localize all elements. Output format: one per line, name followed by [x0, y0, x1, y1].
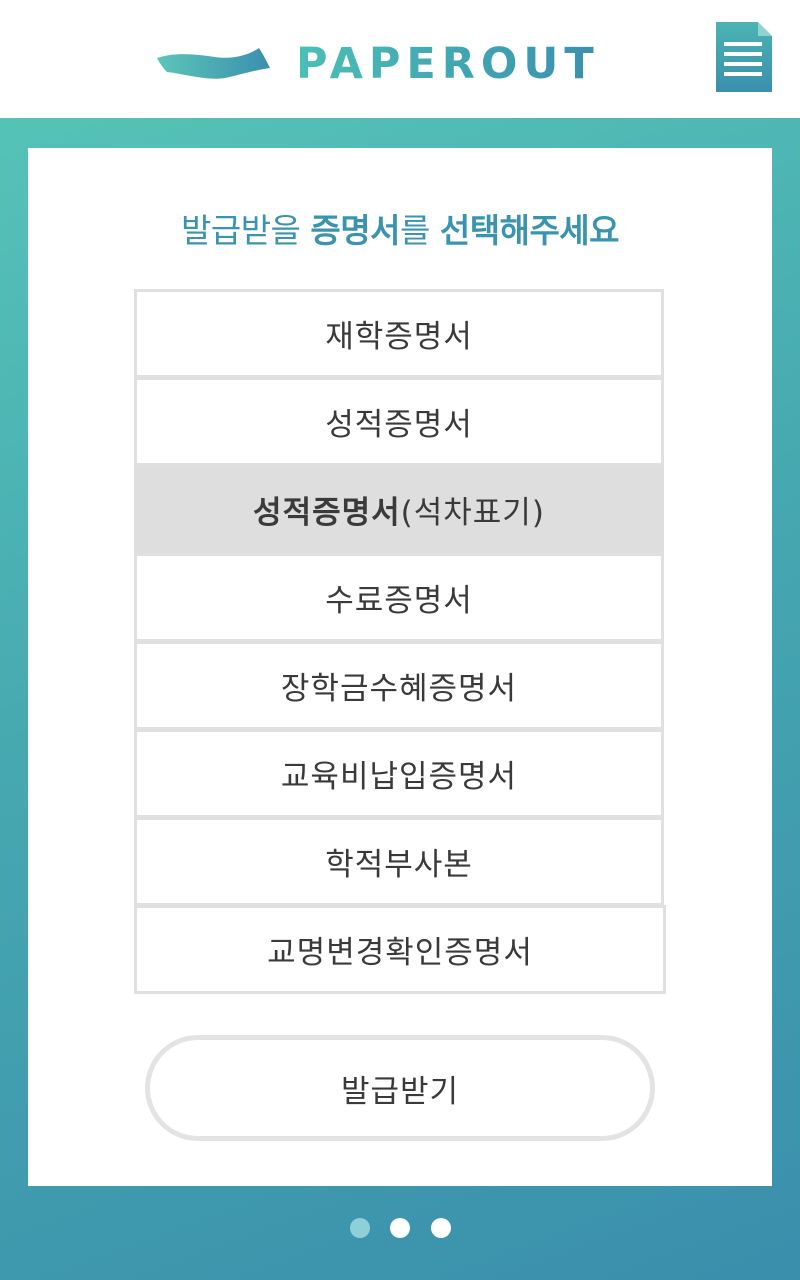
- option-label: 재학증명서: [325, 319, 473, 355]
- issue-button[interactable]: 발급받기: [145, 1035, 655, 1141]
- option-completion-certificate[interactable]: 수료증명서: [134, 553, 664, 642]
- option-label: 장학금수혜증명서: [280, 671, 518, 707]
- document-menu-icon[interactable]: [716, 22, 772, 92]
- option-label: 교육비납입증명서: [280, 759, 518, 795]
- wave-icon: [157, 48, 270, 79]
- option-transcript-with-rank[interactable]: 성적증명서 (석차표기): [134, 465, 664, 554]
- option-label-rest: (석차표기): [400, 495, 545, 531]
- option-academic-record-copy[interactable]: 학적부사본: [134, 817, 664, 906]
- page-dot-2[interactable]: [390, 1218, 410, 1238]
- prompt-part-3: 를: [400, 211, 440, 250]
- brand-logo-text: PAPEROUT: [296, 36, 600, 92]
- option-label: 성적증명서: [325, 407, 473, 443]
- page-title: 발급받을 증명서를 선택해주세요: [28, 206, 772, 256]
- certificate-list: 재학증명서 성적증명서 성적증명서 (석차표기) 수료증명서 장학금수혜증명서 교…: [134, 289, 666, 994]
- page-indicator: [0, 1218, 800, 1240]
- prompt-part-4: 선택해주세요: [439, 211, 620, 250]
- page-dot-1[interactable]: [350, 1218, 370, 1238]
- option-label: 학적부사본: [325, 847, 473, 883]
- option-label: 수료증명서: [325, 583, 473, 619]
- app-header: PAPEROUT: [0, 0, 800, 118]
- option-enrollment-certificate[interactable]: 재학증명서: [134, 289, 664, 378]
- option-label: 교명변경확인증명서: [267, 935, 533, 971]
- issue-button-label: 발급받기: [340, 1073, 460, 1110]
- certificate-card: 발급받을 증명서를 선택해주세요 재학증명서 성적증명서 성적증명서 (석차표기)…: [28, 148, 772, 1186]
- option-school-name-change-certificate[interactable]: 교명변경확인증명서: [134, 905, 666, 994]
- content-background: 발급받을 증명서를 선택해주세요 재학증명서 성적증명서 성적증명서 (석차표기)…: [0, 118, 800, 1280]
- page-dot-3[interactable]: [431, 1218, 451, 1238]
- option-transcript[interactable]: 성적증명서: [134, 377, 664, 466]
- option-label-bold: 성적증명서: [253, 495, 401, 531]
- option-tuition-payment-certificate[interactable]: 교육비납입증명서: [134, 729, 664, 818]
- option-scholarship-certificate[interactable]: 장학금수혜증명서: [134, 641, 664, 730]
- prompt-part-2: 증명서: [310, 211, 400, 250]
- prompt-part-1: 발급받을: [180, 211, 311, 250]
